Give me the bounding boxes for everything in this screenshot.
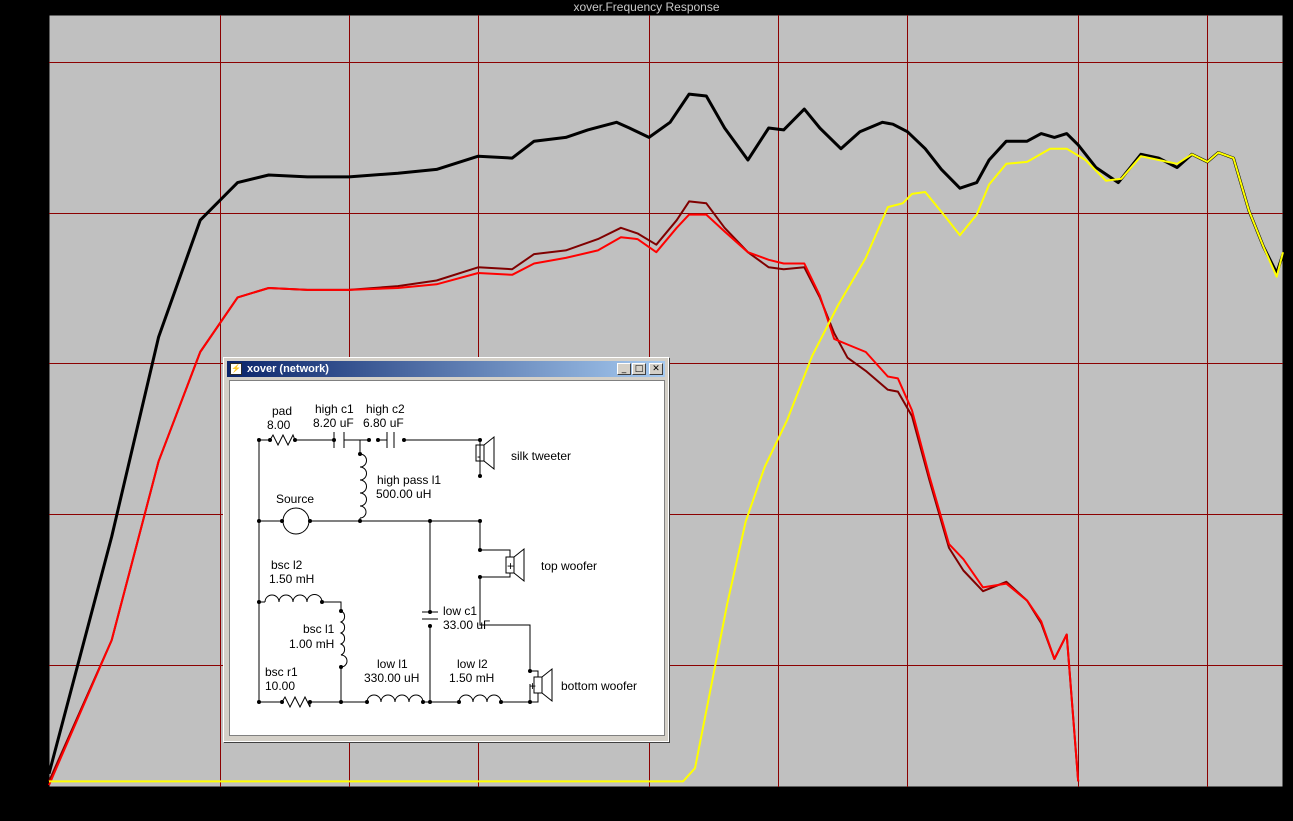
high-c2-capacitor — [386, 432, 395, 448]
pad-name: pad — [272, 404, 292, 418]
low-l1-name: low l1 — [377, 657, 408, 671]
network-schematic-canvas[interactable]: pad 8.00 high c1 8.20 uF high c2 6.80 uF… — [229, 380, 665, 736]
top-woofer-cone — [513, 547, 525, 583]
y-tick-label: 72 — [29, 357, 43, 371]
network-window[interactable]: ⚡ xover (network) _ □ ✕ pad 8.00 high c1… — [223, 357, 669, 742]
bsc-r1-name: bsc r1 — [265, 665, 298, 679]
tweeter-label: silk tweeter — [511, 449, 571, 463]
x-tick-label: 5K — [1071, 791, 1086, 805]
bsc-l1-value: 1.00 mH — [289, 637, 334, 651]
source-label: Source — [276, 492, 314, 506]
bsc-l2-name: bsc l2 — [271, 558, 303, 572]
y-tick-label: 80 — [29, 207, 43, 221]
low-l1-inductor — [366, 694, 424, 703]
low-l2-name: low l2 — [457, 657, 488, 671]
high-pass-l1-inductor — [359, 453, 367, 519]
bsc-r1-resistor — [281, 695, 311, 709]
network-app-icon: ⚡ — [230, 363, 242, 375]
low-l1-value: 330.00 uH — [364, 671, 419, 685]
low-l2-value: 1.50 mH — [449, 671, 494, 685]
bsc-l1-inductor — [339, 610, 348, 668]
pad-value: 8.00 — [267, 418, 291, 432]
y-tick-label: 88 — [29, 56, 43, 70]
network-window-titlebar[interactable]: ⚡ xover (network) _ □ ✕ — [227, 361, 665, 377]
pad-resistor — [269, 433, 296, 447]
low-c1-name: low c1 — [443, 604, 477, 618]
x-tick-label: 200 — [468, 791, 488, 805]
low-c1-value: 33.00 uF — [443, 618, 490, 632]
x-tick-label: 2K — [900, 791, 915, 805]
x-tick-label: 20 — [43, 791, 57, 805]
y-axis-label: Amplitude (dB) — [3, 345, 17, 424]
high-c1-name: high c1 — [315, 402, 354, 416]
frequency-response-window: xover.Frequency Response 20 50 100 200 500 1K… — [0, 0, 1293, 821]
bsc-l2-inductor — [264, 594, 323, 603]
bsc-l2-value: 1.50 mH — [269, 572, 314, 586]
low-l2-inductor — [458, 694, 502, 703]
y-tick-label: 64 — [29, 508, 43, 522]
x-axis-label: Frequency (Hz) — [604, 807, 687, 821]
tweeter-polarity: - — [477, 449, 481, 463]
x-tick-label: 500 — [639, 791, 659, 805]
high-pass-l1-name: high pass l1 — [377, 473, 441, 487]
bottom-woofer-polarity: + — [529, 679, 536, 693]
crossover-schematic: pad 8.00 high c1 8.20 uF high c2 6.80 uF… — [257, 402, 637, 709]
x-tick-label: 100 — [339, 791, 359, 805]
source-symbol — [282, 507, 310, 535]
top-woofer-label: top woofer — [541, 559, 597, 573]
close-button[interactable]: ✕ — [649, 363, 663, 375]
top-woofer-polarity: + — [507, 559, 514, 573]
bsc-r1-value: 10.00 — [265, 679, 295, 693]
network-window-title: xover (network) — [247, 363, 329, 375]
x-tick-label: 10K — [1197, 791, 1218, 805]
tweeter-cone — [483, 435, 495, 471]
x-tick-label: 50 — [214, 791, 228, 805]
y-tick-label: 56 — [29, 659, 43, 673]
high-c2-name: high c2 — [366, 402, 405, 416]
high-c2-value: 6.80 uF — [363, 416, 404, 430]
x-tick-label: 1K — [771, 791, 786, 805]
maximize-button[interactable]: □ — [632, 363, 646, 375]
minimize-button[interactable]: _ — [617, 363, 631, 375]
high-c1-value: 8.20 uF — [313, 416, 354, 430]
bottom-woofer-cone — [541, 667, 553, 703]
bsc-l1-name: bsc l1 — [303, 622, 335, 636]
bottom-woofer-label: bottom woofer — [561, 679, 637, 693]
high-pass-l1-value: 500.00 uH — [376, 487, 431, 501]
